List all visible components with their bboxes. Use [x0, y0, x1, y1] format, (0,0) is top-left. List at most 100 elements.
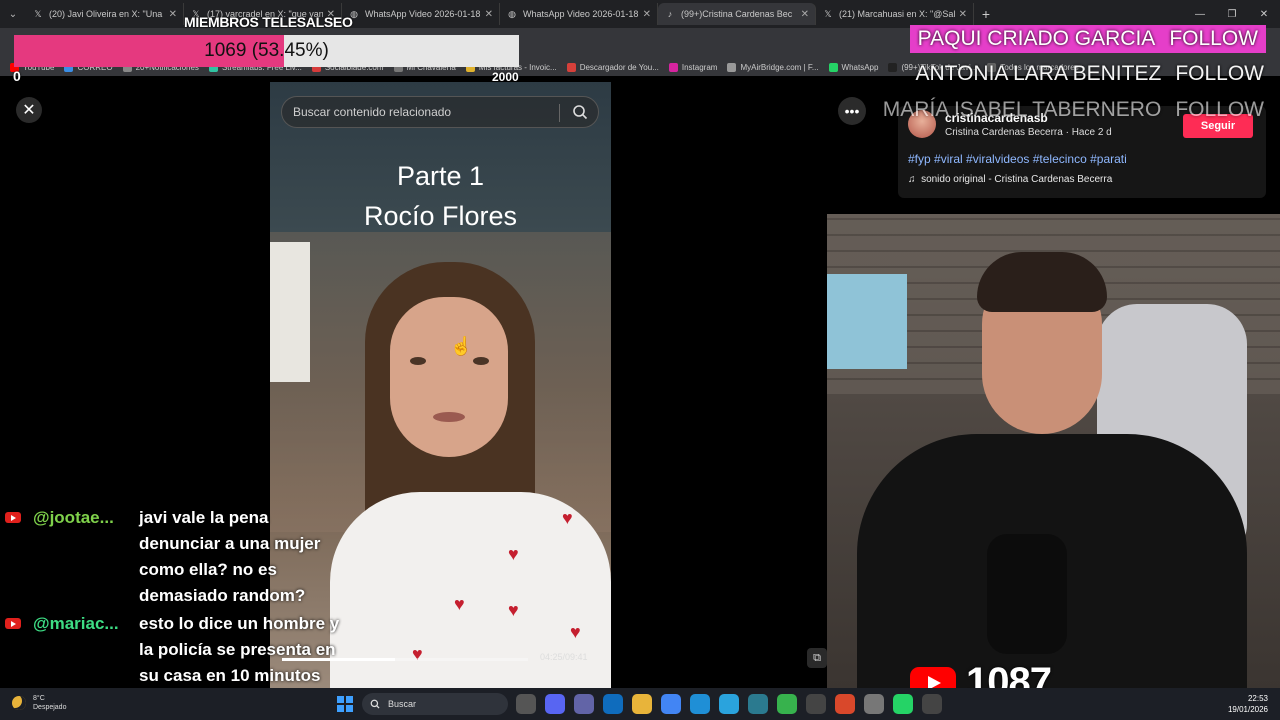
- x-logo-icon: 𝕏: [34, 8, 42, 19]
- tab-title: (99+)Cristina Cardenas Bec: [681, 9, 793, 19]
- bookmark-label: Descargador de You...: [579, 62, 659, 72]
- heart-pattern: ♥: [412, 644, 423, 664]
- bookmark-icon: [888, 62, 898, 72]
- taskbar: 8°C Despejado Buscar 22:53 19/01/2026: [0, 688, 1280, 720]
- discord-icon[interactable]: [545, 694, 565, 714]
- bookmark-item[interactable]: WhatsApp: [828, 62, 878, 72]
- minimize-icon[interactable]: —: [1184, 0, 1216, 28]
- members-goal-max: 2000: [492, 70, 519, 84]
- heart-pattern: ♥: [508, 544, 519, 564]
- tab-strip: 𝕏 (20) Javi Oliveira en X: "Una de ✕ 𝕏 (17) …: [26, 3, 974, 25]
- close-tab-icon[interactable]: ✕: [169, 9, 177, 20]
- chat-username: @jootae...: [33, 508, 114, 527]
- video-caption-title: Parte 1 Rocío Flores: [270, 156, 611, 236]
- app-icon[interactable]: [864, 694, 884, 714]
- follower-name: PAQUI CRIADO GARCIA: [917, 27, 1156, 50]
- follow-action: FOLLOW: [1175, 98, 1264, 121]
- tab-title: WhatsApp Video 2026-01-18 a: [523, 9, 639, 19]
- heart-pattern: ♥: [454, 594, 465, 614]
- taskbar-apps: [516, 694, 942, 714]
- restore-icon[interactable]: ❐: [1216, 0, 1248, 28]
- webcam-feed: [827, 214, 1280, 688]
- sound-link[interactable]: ♫ sonido original - Cristina Cardenas Be…: [908, 174, 1112, 185]
- weather-desc: Despejado: [33, 704, 67, 711]
- related-search-input[interactable]: Buscar contenido relacionado: [281, 96, 599, 128]
- whatsapp-icon[interactable]: [893, 694, 913, 714]
- browser-tab[interactable]: 𝕏 (20) Javi Oliveira en X: "Una de ✕: [26, 3, 184, 25]
- members-goal-label: MIEMBROS TELESALSEO: [184, 14, 353, 30]
- new-tab-button[interactable]: +: [974, 6, 998, 22]
- browser-tab[interactable]: 𝕏 (21) Marcahuasi en X: "@Salon ✕: [816, 3, 974, 25]
- app-icon[interactable]: [835, 694, 855, 714]
- close-tab-icon[interactable]: ✕: [485, 9, 493, 20]
- chrome-icon[interactable]: [661, 694, 681, 714]
- bookmark-item[interactable]: Descargador de You...: [566, 62, 659, 72]
- app-icon[interactable]: [922, 694, 942, 714]
- more-icon: •••: [844, 103, 860, 119]
- telegram-icon[interactable]: [719, 694, 739, 714]
- edge-icon[interactable]: [690, 694, 710, 714]
- video-hashtags[interactable]: #fyp #viral #viralvideos #telecinco #par…: [908, 152, 1127, 166]
- video-caption-line-1: Parte 1: [396, 161, 485, 191]
- youtube-icon: [5, 512, 21, 523]
- follow-action: FOLLOW: [1169, 27, 1258, 50]
- follower-name: MARÍA ISABEL TABERNERO: [882, 98, 1162, 121]
- clock-time: 22:53: [1247, 694, 1268, 703]
- taskbar-search-label: Buscar: [388, 699, 417, 709]
- more-options-button[interactable]: •••: [838, 97, 866, 125]
- file-explorer-icon[interactable]: [632, 694, 652, 714]
- browser-tab[interactable]: ♪ (99+)Cristina Cardenas Bec ✕: [658, 3, 816, 25]
- close-tab-icon[interactable]: ✕: [801, 9, 809, 20]
- video-window: [270, 242, 310, 382]
- tab-search-menu-button[interactable]: ⌄: [0, 0, 26, 28]
- video-person-eye: [410, 357, 426, 365]
- bookmark-icon: [566, 62, 576, 72]
- bookmark-item[interactable]: MyAirBridge.com | F...: [727, 62, 819, 72]
- close-tab-icon[interactable]: ✕: [959, 9, 967, 20]
- author-subtitle: Cristina Cardenas Becerra · Hace 2 d: [945, 127, 1112, 138]
- video-person-eye: [473, 357, 489, 365]
- browser-tab[interactable]: ◍ WhatsApp Video 2026-01-18 a ✕: [500, 3, 658, 25]
- close-tab-icon[interactable]: ✕: [643, 9, 651, 20]
- windows-start-icon[interactable]: [337, 696, 353, 712]
- video-time: 04:25/09:41: [540, 652, 588, 662]
- chat-text: javi vale la pena denunciar a una mujer …: [139, 508, 321, 605]
- moon-icon: [12, 696, 26, 710]
- bookmark-label: MyAirBridge.com | F...: [740, 62, 819, 72]
- webcam-microphone: [987, 534, 1067, 654]
- bookmark-item[interactable]: Instagram: [668, 62, 718, 72]
- picture-in-picture-icon[interactable]: ⧉: [807, 648, 827, 668]
- follow-alert: PAQUI CRIADO GARCIA FOLLOW: [909, 25, 1266, 53]
- app-icon[interactable]: [748, 694, 768, 714]
- obs-icon[interactable]: [806, 694, 826, 714]
- taskbar-search[interactable]: Buscar: [362, 693, 508, 715]
- follow-alert: ANTONIA LARA BENITEZ FOLLOW: [915, 62, 1264, 86]
- search-icon[interactable]: [572, 104, 588, 120]
- camtasia-icon[interactable]: [777, 694, 797, 714]
- follow-alert: MARÍA ISABEL TABERNERO FOLLOW: [883, 98, 1264, 122]
- heart-pattern: ♥: [508, 600, 519, 620]
- follow-action: FOLLOW: [1175, 62, 1264, 85]
- sound-label: sonido original - Cristina Cardenas Bece…: [921, 174, 1113, 185]
- weather-text: 8°C Despejado: [33, 694, 66, 712]
- task-view-icon[interactable]: [516, 694, 536, 714]
- weather-temp: 8°C: [33, 695, 45, 702]
- outlook-icon[interactable]: [603, 694, 623, 714]
- window-controls: — ❐ ✕: [1184, 0, 1280, 28]
- chat-text: esto lo dice un hombre y la policía se p…: [139, 614, 340, 685]
- webcam-person-hair: [977, 252, 1107, 312]
- browser-tab[interactable]: ◍ WhatsApp Video 2026-01-18 a ✕: [342, 3, 500, 25]
- follower-name: ANTONIA LARA BENITEZ: [915, 62, 1162, 85]
- globe-icon: ◍: [508, 8, 516, 19]
- teams-icon[interactable]: [574, 694, 594, 714]
- system-clock[interactable]: 22:53 19/01/2026: [1228, 693, 1268, 715]
- close-video-button[interactable]: ✕: [16, 97, 42, 123]
- bookmark-label: Instagram: [681, 62, 718, 72]
- weather-widget[interactable]: 8°C Despejado: [12, 694, 66, 712]
- heart-pattern: ♥: [562, 508, 573, 528]
- bookmark-icon: [727, 62, 737, 72]
- mouse-cursor-icon: ☝: [450, 336, 473, 356]
- bookmark-icon: [828, 62, 838, 72]
- members-goal-bar: 1069 (53.45%): [14, 35, 519, 67]
- close-window-icon[interactable]: ✕: [1248, 0, 1280, 28]
